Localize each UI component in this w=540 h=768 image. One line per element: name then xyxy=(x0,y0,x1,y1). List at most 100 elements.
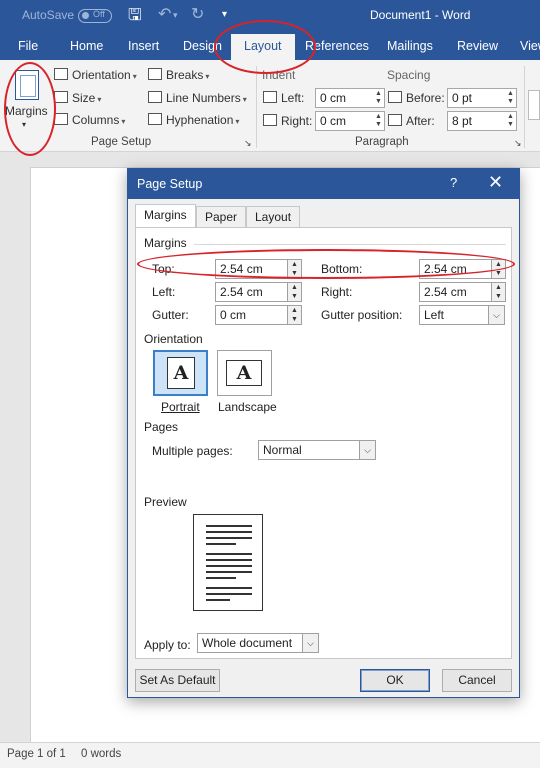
hyphenation-label: Hyphenation xyxy=(166,113,234,127)
margins-button[interactable]: Margins ▾ xyxy=(2,62,49,134)
preview-line xyxy=(206,599,230,601)
set-as-default-button[interactable]: Set As Default xyxy=(135,669,220,692)
indent-left-icon xyxy=(263,91,277,103)
top-margin-input[interactable]: 2.54 cm xyxy=(215,259,289,279)
margins-dropdown-icon: ▾ xyxy=(22,120,27,129)
word-count[interactable]: 0 words xyxy=(81,748,121,760)
landscape-option[interactable]: A xyxy=(217,350,272,396)
dialog-title-bar[interactable]: Page Setup ? ✕ xyxy=(128,169,519,199)
chevron-down-icon[interactable]: ⌵ xyxy=(302,633,319,653)
ok-button[interactable]: OK xyxy=(360,669,430,692)
undo-dropdown-icon[interactable]: ▾ xyxy=(173,10,178,21)
tab-review[interactable]: Review xyxy=(457,39,498,53)
tab-view[interactable]: View xyxy=(520,39,540,53)
paragraph-launcher-icon[interactable]: ↘ xyxy=(514,138,522,149)
save-icon[interactable]: 🖫 xyxy=(128,4,142,31)
gutter-label: Gutter: xyxy=(152,308,189,322)
status-bar: Page 1 of 1 0 words xyxy=(0,742,540,768)
section-divider xyxy=(194,244,506,245)
page-setup-group-label: Page Setup xyxy=(91,136,152,148)
cancel-button[interactable]: Cancel xyxy=(442,669,512,692)
undo-icon[interactable]: ↶ xyxy=(158,4,171,24)
multiple-pages-label: Multiple pages: xyxy=(152,444,233,458)
tab-insert[interactable]: Insert xyxy=(128,39,159,53)
indent-left-spinner-icon[interactable]: ▲ ▼ xyxy=(375,90,382,106)
columns-dropdown-icon: ▾ xyxy=(121,117,126,126)
breaks-label: Breaks xyxy=(166,68,204,82)
orientation-button[interactable]: Orientation ▾ xyxy=(54,68,137,82)
hyphenation-dropdown-icon: ▾ xyxy=(235,117,240,126)
bottom-margin-input[interactable]: 2.54 cm xyxy=(419,259,493,279)
left-spinner-icon[interactable]: ▲ ▼ xyxy=(287,282,302,302)
indent-right-label: Right: xyxy=(263,114,312,128)
tab-layout[interactable]: Layout xyxy=(231,34,295,60)
orientation-icon xyxy=(54,68,68,80)
spacing-after-icon xyxy=(388,114,402,126)
preview-line xyxy=(206,543,236,545)
customize-qat-icon[interactable]: ▾ xyxy=(222,9,227,20)
tab-home[interactable]: Home xyxy=(70,39,103,53)
page-count[interactable]: Page 1 of 1 xyxy=(7,748,66,760)
gutter-position-select[interactable]: Left xyxy=(419,305,493,325)
redo-icon[interactable]: ↻ xyxy=(191,4,204,24)
indent-left-text: Left: xyxy=(281,91,305,105)
page-setup-launcher-icon[interactable]: ↘ xyxy=(244,138,252,149)
chevron-down-icon[interactable]: ⌵ xyxy=(359,440,376,460)
toggle-knob-icon xyxy=(82,12,89,19)
indent-right-text: Right: xyxy=(281,114,313,128)
line-numbers-button[interactable]: Line Numbers ▾ xyxy=(148,91,247,105)
spacing-after-label: After: xyxy=(388,114,435,128)
tab-layout-dialog[interactable]: Layout xyxy=(246,206,301,227)
left-label: Left: xyxy=(152,285,176,299)
gutter-spinner-icon[interactable]: ▲ ▼ xyxy=(287,305,302,325)
bottom-spinner-icon[interactable]: ▲ ▼ xyxy=(491,259,506,279)
help-icon[interactable]: ? xyxy=(450,175,457,190)
preview-line xyxy=(206,537,252,539)
size-button[interactable]: Size ▾ xyxy=(54,91,101,105)
dialog-title: Page Setup xyxy=(137,177,203,191)
right-label: Right: xyxy=(321,285,353,299)
preview-page xyxy=(193,514,263,611)
title-bar: AutoSave Off 🖫 ↶ ▾ ↻ ▾ Document1 - Word xyxy=(0,0,540,32)
breaks-button[interactable]: Breaks ▾ xyxy=(148,68,209,82)
preview-line xyxy=(206,553,252,555)
gutter-input[interactable]: 0 cm xyxy=(215,305,289,325)
autosave-toggle[interactable]: Off xyxy=(78,9,112,23)
indent-label: Indent xyxy=(262,68,296,82)
columns-label: Columns xyxy=(72,113,120,127)
spacing-after-text: After: xyxy=(406,114,435,128)
margins-label: Margins xyxy=(5,104,48,118)
preview-line xyxy=(206,525,252,527)
spacing-before-label: Before: xyxy=(388,91,445,105)
tab-file[interactable]: File xyxy=(18,39,38,53)
apply-to-select[interactable]: Whole document xyxy=(197,633,319,653)
preview-line xyxy=(206,577,236,579)
portrait-page-icon: A xyxy=(167,357,195,389)
spacing-before-spinner-icon[interactable]: ▲ ▼ xyxy=(507,90,514,106)
top-spinner-icon[interactable]: ▲ ▼ xyxy=(287,259,302,279)
chevron-down-icon[interactable]: ⌵ xyxy=(488,305,505,325)
margins-tab-panel: Margins Top: 2.54 cm ▲ ▼ Bottom: 2.54 cm … xyxy=(135,227,512,659)
columns-button[interactable]: Columns ▾ xyxy=(54,113,125,127)
size-label: Size xyxy=(72,91,96,105)
indent-left-label: Left: xyxy=(263,91,304,105)
portrait-option[interactable]: A xyxy=(153,350,208,396)
tab-design[interactable]: Design xyxy=(183,39,222,53)
tab-references[interactable]: References xyxy=(305,39,369,53)
tab-mailings[interactable]: Mailings xyxy=(387,39,433,53)
left-margin-input[interactable]: 2.54 cm xyxy=(215,282,289,302)
margins-section-label: Margins xyxy=(144,236,187,250)
line-numbers-dropdown-icon: ▾ xyxy=(242,95,247,104)
tab-paper[interactable]: Paper xyxy=(196,206,247,227)
close-icon[interactable]: ✕ xyxy=(488,172,503,193)
tab-margins[interactable]: Margins xyxy=(135,204,196,228)
preview-line xyxy=(206,531,252,533)
position-button-partial[interactable] xyxy=(528,90,540,120)
size-icon xyxy=(54,91,68,103)
hyphenation-button[interactable]: Hyphenation ▾ xyxy=(148,113,239,127)
indent-right-spinner-icon[interactable]: ▲ ▼ xyxy=(375,113,382,129)
right-margin-input[interactable]: 2.54 cm xyxy=(419,282,493,302)
spacing-after-spinner-icon[interactable]: ▲ ▼ xyxy=(507,113,514,129)
right-spinner-icon[interactable]: ▲ ▼ xyxy=(491,282,506,302)
autosave-toggle-state: Off xyxy=(93,9,105,19)
